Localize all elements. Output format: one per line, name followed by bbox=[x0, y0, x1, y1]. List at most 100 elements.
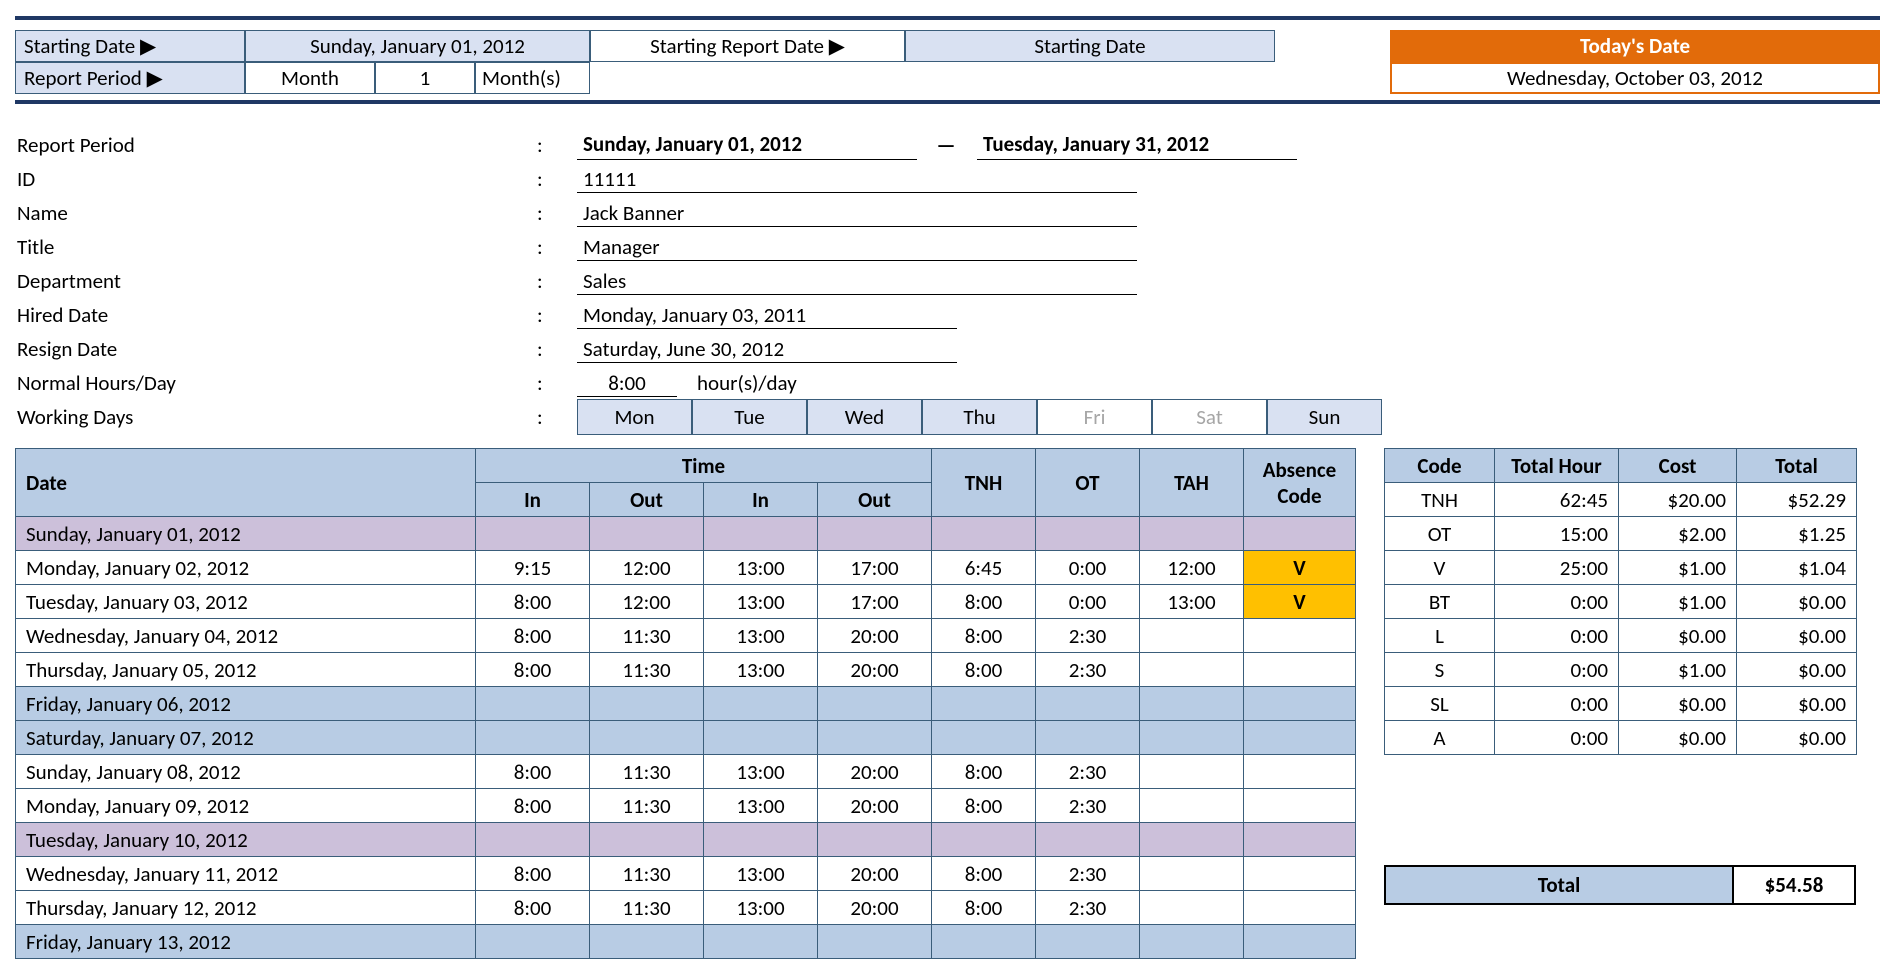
cell[interactable]: 0:00 bbox=[1036, 551, 1140, 585]
cell[interactable] bbox=[1036, 517, 1140, 551]
cell[interactable]: V bbox=[1244, 551, 1356, 585]
cell[interactable] bbox=[1140, 857, 1244, 891]
cell[interactable] bbox=[1140, 823, 1244, 857]
cell[interactable] bbox=[704, 925, 818, 959]
cell[interactable]: 20:00 bbox=[818, 789, 932, 823]
cell[interactable]: 8:00 bbox=[932, 653, 1036, 687]
cell[interactable]: 12:00 bbox=[590, 551, 704, 585]
cell[interactable]: 13:00 bbox=[1140, 585, 1244, 619]
cell[interactable]: Tuesday, January 03, 2012 bbox=[16, 585, 476, 619]
cell[interactable] bbox=[704, 517, 818, 551]
cell[interactable] bbox=[1140, 891, 1244, 925]
cell[interactable]: 2:30 bbox=[1036, 755, 1140, 789]
cell[interactable] bbox=[476, 925, 590, 959]
cell[interactable]: 13:00 bbox=[704, 653, 818, 687]
cell[interactable]: 2:30 bbox=[1036, 789, 1140, 823]
cell[interactable]: 8:00 bbox=[476, 755, 590, 789]
cell[interactable] bbox=[818, 687, 932, 721]
cell[interactable] bbox=[1244, 755, 1356, 789]
cell[interactable]: Thursday, January 12, 2012 bbox=[16, 891, 476, 925]
working-day-wed[interactable]: Wed bbox=[807, 399, 922, 435]
cell[interactable]: Wednesday, January 11, 2012 bbox=[16, 857, 476, 891]
cell[interactable] bbox=[1244, 789, 1356, 823]
cell[interactable] bbox=[1244, 823, 1356, 857]
cell[interactable] bbox=[590, 925, 704, 959]
cell[interactable]: Sunday, January 01, 2012 bbox=[16, 517, 476, 551]
cell[interactable] bbox=[1244, 653, 1356, 687]
cell[interactable] bbox=[1036, 687, 1140, 721]
cell[interactable]: 12:00 bbox=[590, 585, 704, 619]
cell[interactable] bbox=[1140, 687, 1244, 721]
cell[interactable] bbox=[590, 687, 704, 721]
cell[interactable] bbox=[1140, 517, 1244, 551]
cell[interactable]: 13:00 bbox=[704, 857, 818, 891]
cell[interactable]: Sunday, January 08, 2012 bbox=[16, 755, 476, 789]
starting-date-value[interactable]: Sunday, January 01, 2012 bbox=[245, 30, 590, 62]
cell[interactable]: 8:00 bbox=[476, 653, 590, 687]
cell[interactable]: 8:00 bbox=[476, 789, 590, 823]
cell[interactable] bbox=[932, 687, 1036, 721]
cell[interactable]: 17:00 bbox=[818, 585, 932, 619]
cell[interactable] bbox=[818, 721, 932, 755]
cell[interactable]: 13:00 bbox=[704, 551, 818, 585]
cell[interactable] bbox=[476, 823, 590, 857]
cell[interactable]: 6:45 bbox=[932, 551, 1036, 585]
cell[interactable] bbox=[932, 517, 1036, 551]
cell[interactable]: 8:00 bbox=[476, 857, 590, 891]
cell[interactable]: 17:00 bbox=[818, 551, 932, 585]
cell[interactable]: 11:30 bbox=[590, 891, 704, 925]
cell[interactable]: 8:00 bbox=[476, 891, 590, 925]
cell[interactable]: 11:30 bbox=[590, 755, 704, 789]
cell[interactable]: 2:30 bbox=[1036, 653, 1140, 687]
cell[interactable] bbox=[1036, 823, 1140, 857]
cell[interactable]: Friday, January 06, 2012 bbox=[16, 687, 476, 721]
cell[interactable]: 20:00 bbox=[818, 755, 932, 789]
cell[interactable]: 20:00 bbox=[818, 891, 932, 925]
cell[interactable]: 12:00 bbox=[1140, 551, 1244, 585]
cell[interactable] bbox=[1244, 517, 1356, 551]
cell[interactable] bbox=[1244, 721, 1356, 755]
cell[interactable] bbox=[818, 517, 932, 551]
cell[interactable] bbox=[1140, 789, 1244, 823]
cell[interactable] bbox=[1244, 857, 1356, 891]
cell[interactable]: 8:00 bbox=[932, 755, 1036, 789]
cell[interactable]: 8:00 bbox=[932, 857, 1036, 891]
cell[interactable] bbox=[476, 517, 590, 551]
report-period-type[interactable]: Month bbox=[245, 62, 375, 94]
cell[interactable]: 13:00 bbox=[704, 619, 818, 653]
cell[interactable]: 20:00 bbox=[818, 653, 932, 687]
cell[interactable] bbox=[704, 823, 818, 857]
cell[interactable] bbox=[590, 517, 704, 551]
cell[interactable]: 2:30 bbox=[1036, 891, 1140, 925]
working-day-thu[interactable]: Thu bbox=[922, 399, 1037, 435]
cell[interactable]: 11:30 bbox=[590, 789, 704, 823]
cell[interactable] bbox=[1140, 755, 1244, 789]
cell[interactable]: 11:30 bbox=[590, 653, 704, 687]
cell[interactable] bbox=[704, 687, 818, 721]
cell[interactable] bbox=[1140, 721, 1244, 755]
cell[interactable]: 20:00 bbox=[818, 857, 932, 891]
working-day-mon[interactable]: Mon bbox=[577, 399, 692, 435]
cell[interactable] bbox=[590, 823, 704, 857]
cell[interactable] bbox=[1140, 925, 1244, 959]
cell[interactable] bbox=[932, 721, 1036, 755]
cell[interactable]: 20:00 bbox=[818, 619, 932, 653]
cell[interactable]: 2:30 bbox=[1036, 857, 1140, 891]
cell[interactable] bbox=[1244, 891, 1356, 925]
cell[interactable]: Friday, January 13, 2012 bbox=[16, 925, 476, 959]
cell[interactable] bbox=[818, 925, 932, 959]
cell[interactable] bbox=[1244, 687, 1356, 721]
cell[interactable] bbox=[590, 721, 704, 755]
cell[interactable] bbox=[818, 823, 932, 857]
cell[interactable] bbox=[932, 823, 1036, 857]
cell[interactable]: 8:00 bbox=[932, 619, 1036, 653]
cell[interactable] bbox=[1036, 721, 1140, 755]
cell[interactable]: 8:00 bbox=[476, 585, 590, 619]
cell[interactable]: 8:00 bbox=[476, 619, 590, 653]
cell[interactable]: Monday, January 09, 2012 bbox=[16, 789, 476, 823]
cell[interactable]: V bbox=[1244, 585, 1356, 619]
cell[interactable]: Monday, January 02, 2012 bbox=[16, 551, 476, 585]
cell[interactable]: Saturday, January 07, 2012 bbox=[16, 721, 476, 755]
cell[interactable]: 0:00 bbox=[1036, 585, 1140, 619]
cell[interactable]: 9:15 bbox=[476, 551, 590, 585]
